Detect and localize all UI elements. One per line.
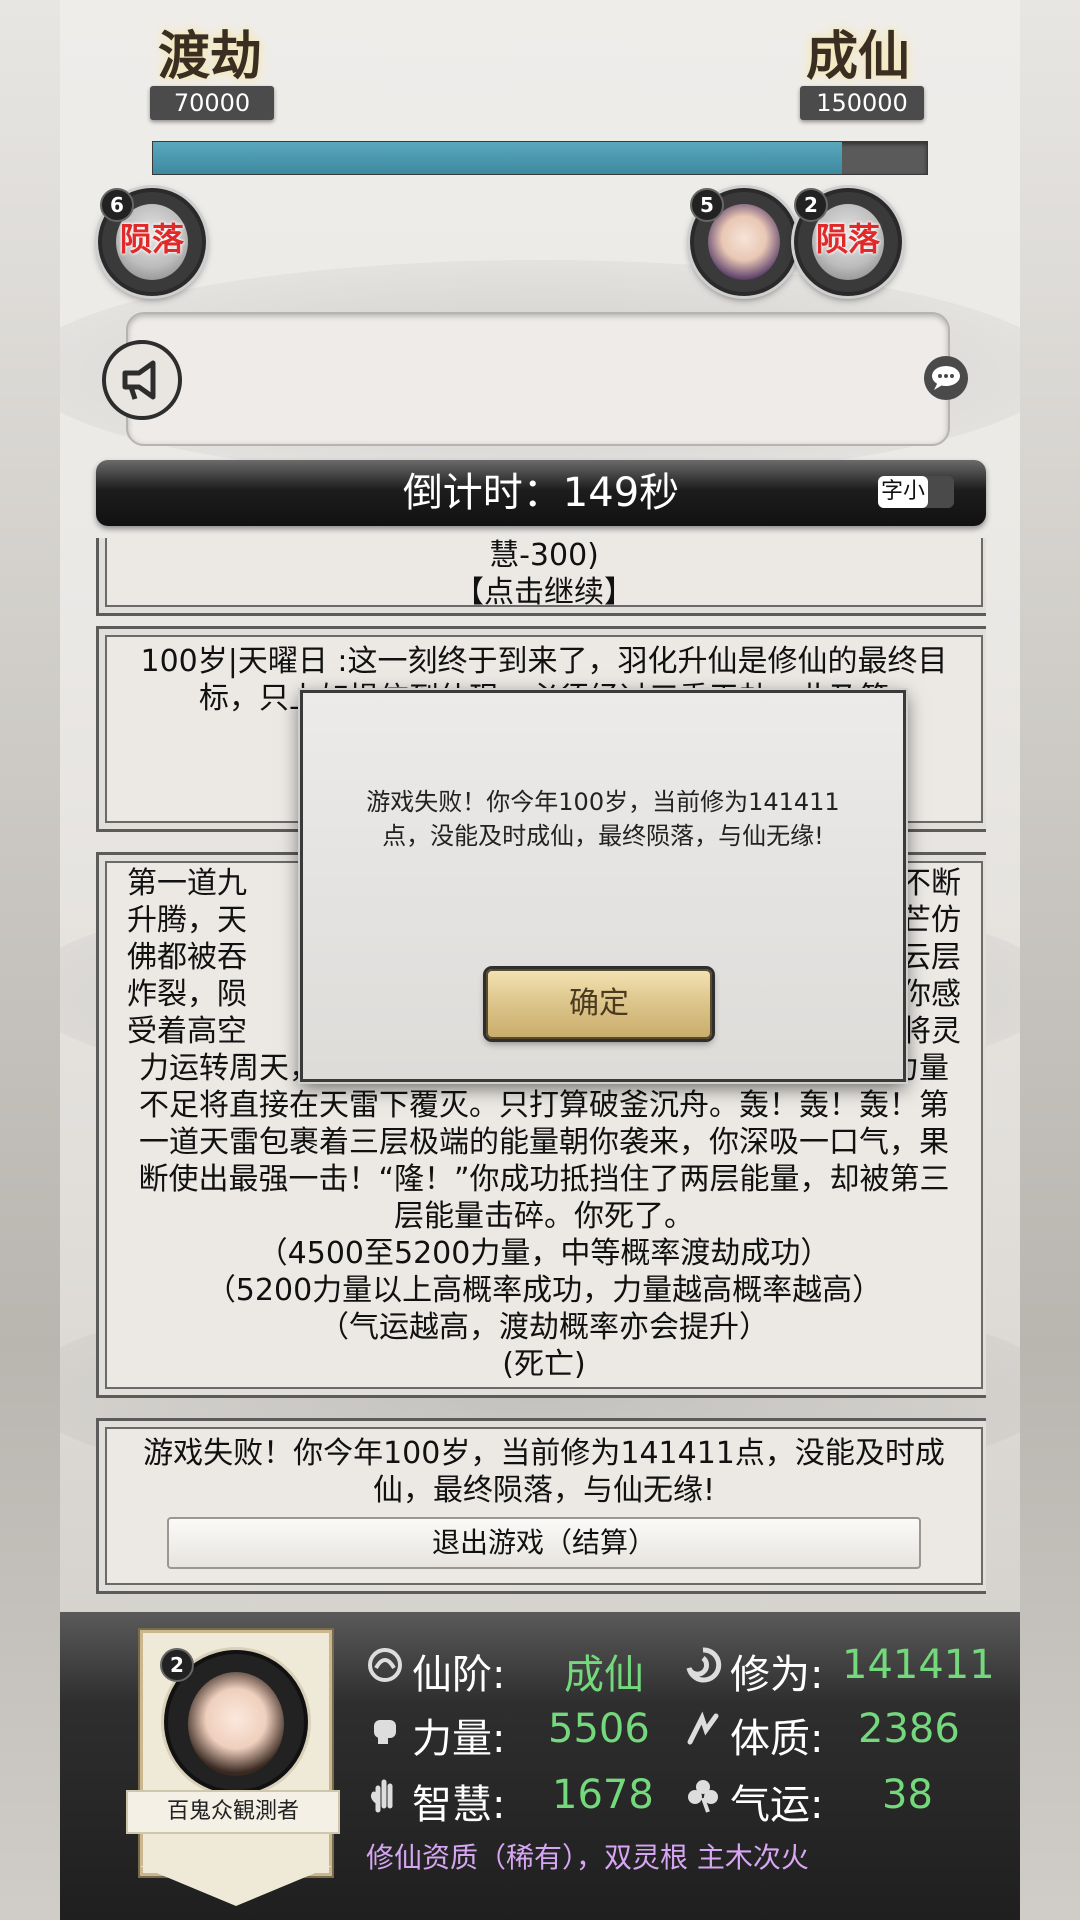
log-card[interactable]: 慧-300) 【点击继续】 (96, 538, 986, 616)
wisdom-hand-icon (371, 1779, 393, 1813)
banner-tail (140, 1866, 332, 1906)
log-card-text: 第一道九 (127, 866, 247, 901)
log-card-text: 炸裂，陨 (127, 977, 247, 1012)
avatar-portrait (188, 1672, 284, 1776)
megaphone-icon[interactable] (102, 340, 182, 420)
game-stage: 渡劫 70000 成仙 150000 陨落 6 5 陨落 2 倒计时：149秒 (60, 0, 1020, 1920)
player-count-badge: 2 (794, 188, 828, 222)
luck-value: 38 (882, 1772, 933, 1818)
log-note: （4500至5200力量，中等概率渡劫成功） (257, 1236, 831, 1271)
constitution-label: 体质: (730, 1716, 824, 1762)
cultivation-value: 141411 (842, 1642, 995, 1688)
luck-label: 气运: (730, 1782, 824, 1828)
confirm-button[interactable]: 确定 (486, 969, 712, 1039)
strength-label: 力量: (412, 1716, 506, 1762)
font-size-toggle[interactable]: 字小 (878, 476, 954, 508)
log-card-text: 佛都被吞 (127, 940, 247, 975)
cultivation-icon (686, 1647, 722, 1683)
chat-bubble-icon[interactable] (918, 352, 974, 404)
log-card-text: 受着高空 (127, 1014, 247, 1049)
player-badge: 2 (160, 1648, 194, 1682)
background-right (1020, 0, 1080, 1920)
background-left (0, 0, 60, 1920)
wisdom-label: 智慧: (412, 1782, 506, 1828)
exit-game-button[interactable]: 退出游戏（结算） (167, 1517, 921, 1569)
realm-icon (368, 1648, 402, 1682)
game-over-dialog: 游戏失败！你今年100岁，当前修为141411点，没能及时成仙，最终陨落，与仙无… (300, 690, 906, 1082)
font-size-toggle-label: 字小 (878, 476, 928, 508)
constitution-icon (687, 1711, 719, 1745)
log-note: （气运越高，渡劫概率亦会提升） (319, 1310, 769, 1345)
milestone-right-title: 成仙 (806, 26, 911, 87)
cultivation-progress-bar (152, 141, 928, 175)
progress-fill (153, 142, 842, 174)
wisdom-value: 1678 (552, 1772, 654, 1818)
log-card-text: 慧-300) (489, 538, 599, 573)
milestone-right-value: 150000 (800, 86, 924, 120)
player-count-badge: 5 (690, 188, 724, 222)
log-card-text: 游戏失败！你今年100岁，当前修为141411点，没能及时成仙，最终陨落，与仙无… (143, 1436, 945, 1508)
broadcast-box (126, 312, 950, 446)
player-count-badge: 6 (100, 188, 134, 222)
realm-label: 仙阶: (412, 1652, 506, 1698)
aptitude-text: 修仙资质（稀有），双灵根 主木次火 (366, 1841, 809, 1874)
log-note: (死亡) (502, 1347, 586, 1382)
constitution-value: 2386 (858, 1706, 960, 1752)
cultivation-label: 修为: (730, 1652, 824, 1698)
log-card[interactable]: 游戏失败！你今年100岁，当前修为141411点，没能及时成仙，最终陨落，与仙无… (96, 1418, 986, 1594)
strength-value: 5506 (548, 1706, 650, 1752)
milestone-left-value: 70000 (150, 86, 274, 120)
countdown-text: 倒计时：149秒 (402, 470, 680, 516)
log-card-text: 升腾，天 (127, 903, 247, 938)
luck-clover-icon (688, 1780, 718, 1813)
log-note: （5200力量以上高概率成功，力量越高概率越高） (205, 1273, 883, 1308)
continue-link[interactable]: 【点击继续】 (127, 574, 961, 611)
strength-fist-icon (374, 1720, 396, 1744)
player-name: 百鬼众観測者 (126, 1790, 340, 1834)
countdown-bar: 倒计时：149秒 字小 (96, 460, 986, 526)
realm-value: 成仙 (564, 1652, 644, 1698)
milestone-left-title: 渡劫 (158, 26, 263, 87)
dialog-message: 游戏失败！你今年100岁，当前修为141411点，没能及时成仙，最终陨落，与仙无… (366, 788, 840, 850)
